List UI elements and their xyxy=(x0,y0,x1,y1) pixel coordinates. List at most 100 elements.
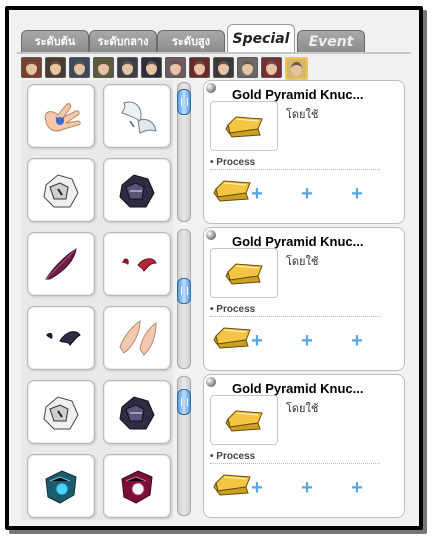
panel-status: โดยใช้ xyxy=(286,255,319,268)
avatar-character-7[interactable] xyxy=(165,57,186,78)
item-slot[interactable] xyxy=(103,306,171,370)
face-icon xyxy=(218,60,229,75)
avatar-character-3[interactable] xyxy=(69,57,90,78)
add-material-button[interactable]: + xyxy=(348,184,366,204)
material-slot[interactable] xyxy=(212,324,251,350)
item-slot[interactable] xyxy=(103,232,171,296)
add-material-button[interactable]: + xyxy=(298,331,316,351)
item-window: ระดับต้น ระดับกลาง ระดับสูง Special Even… xyxy=(5,6,423,530)
panel-status: โดยใช้ xyxy=(286,402,319,415)
add-material-button[interactable]: + xyxy=(348,478,366,498)
item-slot[interactable] xyxy=(27,454,95,518)
avatar-character-12[interactable] xyxy=(285,57,308,80)
avatar-character-2[interactable] xyxy=(45,57,66,78)
item-slot[interactable] xyxy=(103,84,171,148)
face-icon xyxy=(266,60,277,75)
tab-intermediate[interactable]: ระดับกลาง xyxy=(89,30,157,53)
scrollbar-2[interactable] xyxy=(177,229,191,369)
avatar-character-6[interactable] xyxy=(141,57,162,78)
red-gauntlet-icon xyxy=(121,470,153,504)
item-slot[interactable] xyxy=(27,380,95,444)
gold-bar-icon xyxy=(225,116,263,138)
face-icon xyxy=(194,60,205,75)
item-slot[interactable] xyxy=(103,158,171,222)
avatar-character-1[interactable] xyxy=(21,57,42,78)
panel-title: Gold Pyramid Knuc... xyxy=(232,381,364,396)
scroll-thumb-3[interactable] xyxy=(177,389,191,415)
scroll-thumb-1[interactable] xyxy=(177,89,191,115)
tab-bar: ระดับต้น ระดับกลาง ระดับสูง Special Even… xyxy=(17,18,411,54)
panel-status: โดยใช้ xyxy=(286,108,319,121)
process-panel: Gold Pyramid Knuc... โดยใช้ • Process + + + xyxy=(203,227,405,371)
item-slot[interactable] xyxy=(27,158,95,222)
add-material-button[interactable]: + xyxy=(298,478,316,498)
process-panel: Gold Pyramid Knuc... โดยใช้ • Process + + + xyxy=(203,80,405,224)
item-slot[interactable] xyxy=(103,454,171,518)
material-slot[interactable] xyxy=(212,177,251,203)
add-material-button[interactable]: + xyxy=(348,331,366,351)
gold-bar-icon xyxy=(225,410,263,432)
result-item-slot[interactable] xyxy=(210,101,278,151)
face-icon xyxy=(26,60,37,75)
tab-advanced[interactable]: ระดับสูง xyxy=(157,30,225,53)
add-material-button[interactable]: + xyxy=(248,331,266,351)
avatar-character-9[interactable] xyxy=(213,57,234,78)
material-slot[interactable] xyxy=(212,471,251,497)
add-material-button[interactable]: + xyxy=(248,478,266,498)
divider xyxy=(210,463,380,464)
scroll-thumb-2[interactable] xyxy=(177,278,191,304)
blue-gauntlet-icon xyxy=(45,470,77,504)
face-icon xyxy=(50,60,61,75)
white-armor-icon xyxy=(43,396,79,430)
process-label: • Process xyxy=(210,157,256,168)
item-slot[interactable] xyxy=(27,232,95,296)
purple-feather-icon xyxy=(45,248,77,280)
panel-title: Gold Pyramid Knuc... xyxy=(232,87,364,102)
avatar-character-8[interactable] xyxy=(189,57,210,78)
divider xyxy=(210,169,380,170)
pin-icon xyxy=(206,230,216,240)
face-icon xyxy=(242,60,253,75)
panel-title: Gold Pyramid Knuc... xyxy=(232,234,364,249)
avatar-character-4[interactable] xyxy=(93,57,114,78)
tab-special[interactable]: Special xyxy=(227,24,295,53)
face-icon xyxy=(74,60,85,75)
gold-bar-icon xyxy=(213,327,251,349)
item-slot[interactable] xyxy=(27,306,95,370)
face-icon xyxy=(122,60,133,75)
gold-bar-icon xyxy=(225,263,263,285)
elf-ears-icon xyxy=(119,320,157,356)
face-icon xyxy=(170,60,181,75)
item-slot[interactable] xyxy=(27,84,95,148)
avatar-character-5[interactable] xyxy=(117,57,138,78)
process-label: • Process xyxy=(210,451,256,462)
face-icon xyxy=(98,60,109,75)
gold-bar-icon xyxy=(213,474,251,496)
white-wing-icon xyxy=(121,101,157,134)
scrollbar-1[interactable] xyxy=(177,82,191,222)
item-grid xyxy=(21,80,173,520)
item-slot[interactable] xyxy=(103,380,171,444)
scrollbar-3[interactable] xyxy=(177,376,191,516)
white-armor-icon xyxy=(43,174,79,208)
dark-armor-icon xyxy=(119,174,155,208)
divider xyxy=(210,316,380,317)
avatar-character-10[interactable] xyxy=(237,57,258,78)
tab-divider xyxy=(17,52,411,54)
add-material-button[interactable]: + xyxy=(248,184,266,204)
face-icon xyxy=(291,61,302,76)
avatar-character-11[interactable] xyxy=(261,57,282,78)
result-item-slot[interactable] xyxy=(210,395,278,445)
pin-icon xyxy=(206,83,216,93)
add-material-button[interactable]: + xyxy=(298,184,316,204)
tab-basic[interactable]: ระดับต้น xyxy=(21,30,89,53)
hand-tattoo-icon xyxy=(44,103,81,132)
face-icon xyxy=(146,60,157,75)
result-item-slot[interactable] xyxy=(210,248,278,298)
process-label: • Process xyxy=(210,304,256,315)
character-filter-bar xyxy=(21,56,415,80)
gold-bar-icon xyxy=(213,180,251,202)
bat-wings-icon xyxy=(46,331,81,346)
tab-event[interactable]: Event xyxy=(297,30,365,53)
pin-icon xyxy=(206,377,216,387)
